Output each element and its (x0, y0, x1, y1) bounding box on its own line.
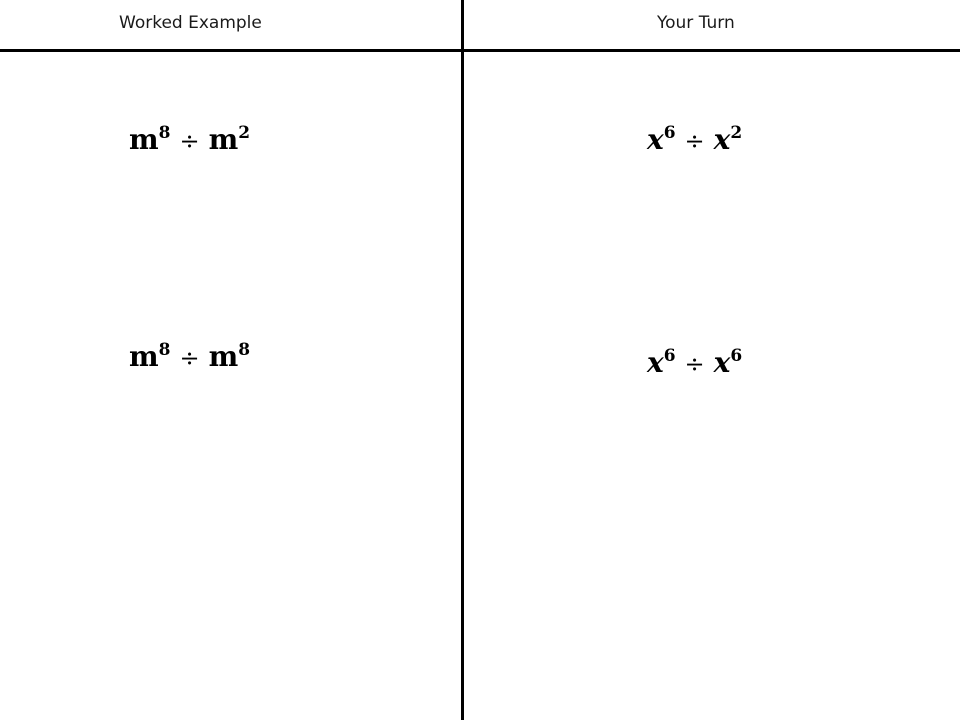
your-turn-expression-1: x6 ÷ x2 (647, 123, 743, 156)
exponent: 6 (730, 346, 743, 366)
base: x (647, 346, 664, 379)
exponent: 6 (663, 123, 676, 143)
exponent: 2 (238, 123, 251, 143)
divide-operator: ÷ (179, 344, 200, 372)
exponent: 2 (730, 123, 743, 143)
divide-operator: ÷ (179, 127, 200, 155)
exponent: 8 (158, 340, 171, 360)
divide-operator: ÷ (684, 350, 705, 378)
exponent: 8 (158, 123, 171, 143)
base: x (647, 123, 664, 156)
base: m (129, 123, 159, 156)
column-divider-vertical (461, 0, 464, 720)
base: m (208, 123, 239, 156)
exponent: 6 (663, 346, 676, 366)
base: m (208, 340, 239, 373)
base: x (713, 346, 731, 379)
exponent: 8 (238, 340, 251, 360)
worked-example-expression-2: m8 ÷ m8 (129, 340, 251, 373)
your-turn-expression-2: x6 ÷ x6 (647, 346, 743, 379)
worksheet-page: Worked Example Your Turn m8 ÷ m2 m8 ÷ m8 x6 ÷… (0, 0, 960, 720)
divide-operator: ÷ (684, 127, 705, 155)
header-divider-horizontal (0, 49, 960, 52)
worked-example-expression-1: m8 ÷ m2 (129, 123, 251, 156)
base: x (713, 123, 731, 156)
worked-example-heading: Worked Example (119, 13, 262, 33)
your-turn-heading: Your Turn (657, 13, 735, 33)
base: m (129, 340, 159, 373)
